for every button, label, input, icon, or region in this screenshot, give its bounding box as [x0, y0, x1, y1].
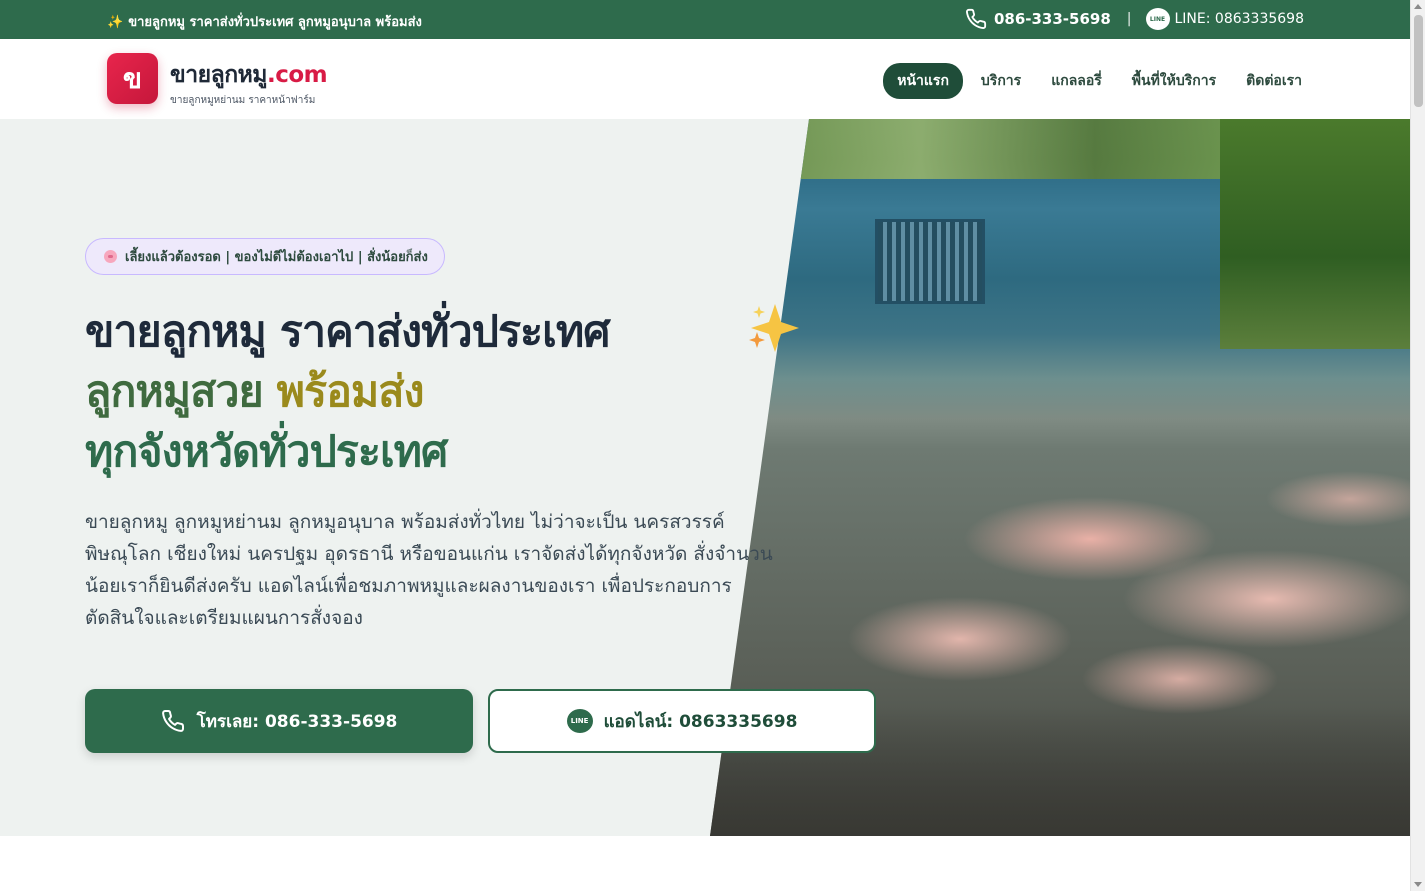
sparkles-icon — [749, 304, 799, 352]
top-announcement: ✨ ขายลูกหมู ราคาส่งทั่วประเทศ ลูกหมูอนุบา… — [107, 11, 422, 32]
top-bar: ✨ ขายลูกหมู ราคาส่งทั่วประเทศ ลูกหมูอนุบา… — [0, 0, 1410, 39]
brand[interactable]: ขายลูกหมู.com ขายลูกหมูหย่านม ราคาหน้าฟา… — [170, 57, 328, 108]
brand-tld: .com — [266, 62, 328, 88]
call-button-label: โทรเลย: 086-333-5698 — [196, 711, 398, 732]
top-line-link[interactable]: LINE LINE: 0863335698 — [1145, 8, 1305, 30]
line-icon: LINE — [1145, 8, 1170, 30]
hero-title-line1: ขายลูกหมู ราคาส่งทั่วประเทศ — [85, 307, 610, 357]
logo-mark[interactable]: ข — [107, 53, 158, 104]
brand-tagline: ขายลูกหมูหย่านม ราคาหน้าฟาร์ม — [170, 95, 316, 106]
add-line-button-label: แอดไลน์: 0863335698 — [603, 711, 798, 732]
scroll-down-arrow-icon[interactable] — [1414, 882, 1422, 887]
pig-icon — [104, 250, 117, 263]
photo-truck-vent — [875, 219, 985, 304]
top-phone-number: 086-333-5698 — [993, 10, 1111, 28]
photo-trees — [1220, 119, 1410, 349]
page: ✨ ขายลูกหมู ราคาส่งทั่วประเทศ ลูกหมูอนุบา… — [0, 0, 1410, 891]
hero-title: ขายลูกหมู ราคาส่งทั่วประเทศ ลูกหมูสวย พร… — [85, 302, 610, 482]
hero-description: ขายลูกหมู ลูกหมูหย่านม ลูกหมูอนุบาล พร้อ… — [85, 511, 773, 629]
nav-item-service-area[interactable]: พื้นที่ให้บริการ — [1132, 70, 1216, 92]
hero-title-line3: ทุกจังหวัดทั่วประเทศ — [85, 427, 448, 477]
main-nav: หน้าแรก บริการ แกลลอรี่ พื้นที่ให้บริการ… — [883, 63, 1302, 99]
call-button[interactable]: โทรเลย: 086-333-5698 — [85, 689, 473, 753]
top-line-id: LINE: 0863335698 — [1174, 11, 1305, 27]
top-phone-link[interactable]: 086-333-5698 — [965, 8, 1111, 30]
site-header: ข ขายลูกหมู.com ขายลูกหมูหย่านม ราคาหน้า… — [0, 39, 1410, 119]
sparkles-icon: ✨ — [107, 15, 124, 30]
add-line-button[interactable]: LINE แอดไลน์: 0863335698 — [488, 689, 876, 753]
nav-item-gallery[interactable]: แกลลอรี่ — [1051, 70, 1102, 92]
brand-name: ขายลูกหมู.com — [170, 57, 328, 93]
hero-title-line2-b: พร้อมส่ง — [276, 367, 425, 417]
line-icon: LINE — [566, 709, 593, 733]
hero-title-line2-a: ลูกหมูสวย — [85, 367, 264, 417]
brand-name-text: ขายลูกหมู — [170, 62, 267, 88]
nav-item-contact[interactable]: ติดต่อเรา — [1246, 70, 1302, 92]
scroll-up-arrow-icon[interactable] — [1414, 4, 1422, 9]
top-announcement-text: ขายลูกหมู ราคาส่งทั่วประเทศ ลูกหมูอนุบาล… — [128, 15, 422, 30]
hero-tagline-pill: เลี้ยงแล้วต้องรอด | ของไม่ดีไม่ต้องเอาไป… — [85, 238, 445, 275]
nav-item-home[interactable]: หน้าแรก — [883, 63, 963, 99]
nav-item-services[interactable]: บริการ — [981, 70, 1021, 92]
top-separator: | — [1126, 11, 1132, 27]
hero-tagline-text: เลี้ยงแล้วต้องรอด | ของไม่ดีไม่ต้องเอาไป… — [125, 250, 428, 265]
scrollbar-thumb[interactable] — [1414, 15, 1423, 107]
page-scrollbar[interactable] — [1410, 0, 1425, 891]
top-contact: 086-333-5698 | LINE LINE: 0863335698 — [965, 8, 1304, 30]
phone-icon — [965, 8, 987, 29]
hero-title-line2: ลูกหมูสวย พร้อมส่ง — [85, 362, 610, 422]
phone-icon — [161, 709, 184, 732]
hero-section: เลี้ยงแล้วต้องรอด | ของไม่ดีไม่ต้องเอาไป… — [0, 119, 1410, 836]
